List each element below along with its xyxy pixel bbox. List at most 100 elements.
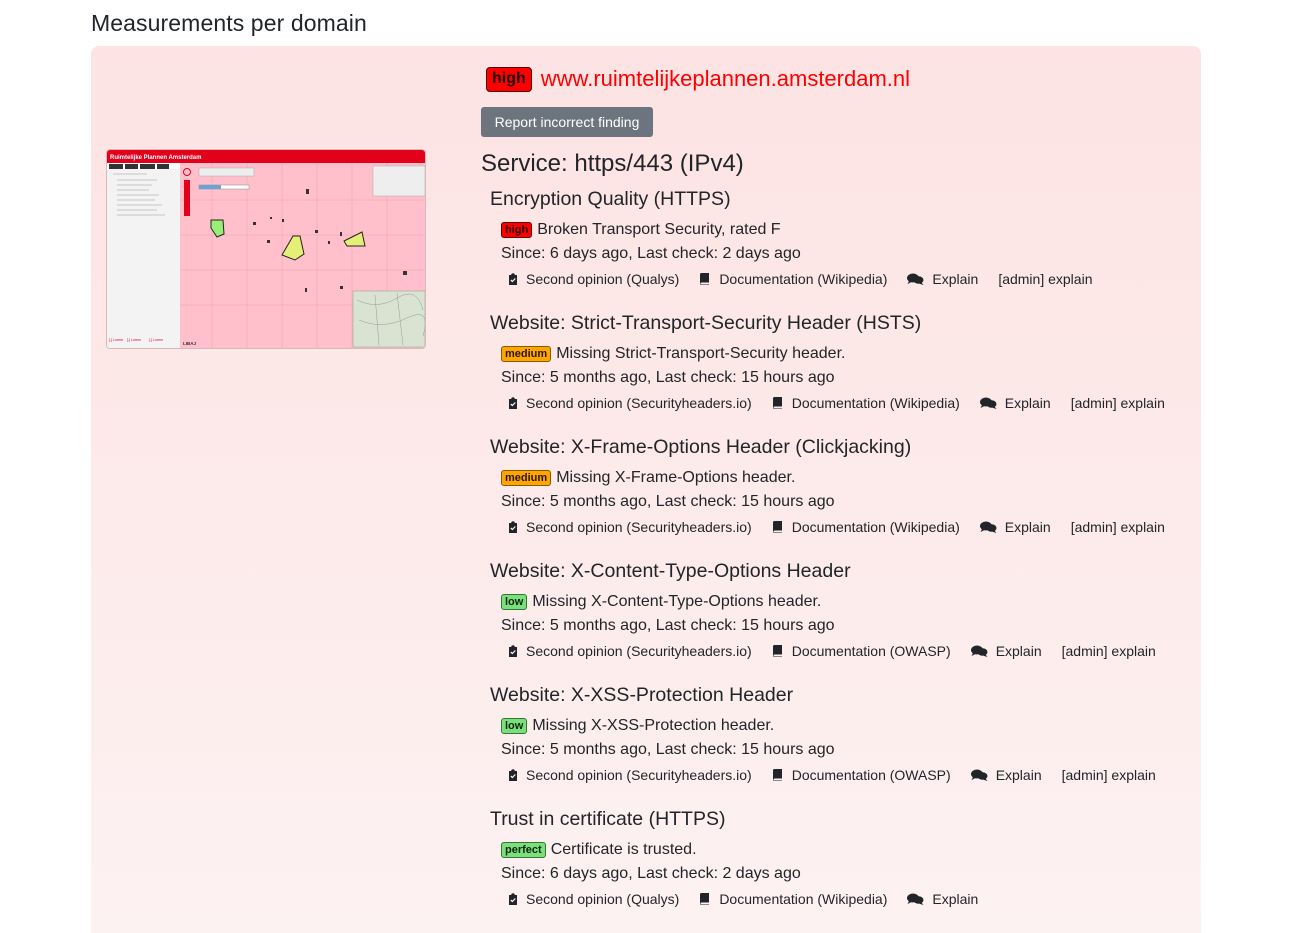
admin-explain-link[interactable]: [admin] explain (998, 271, 1092, 287)
domain-header: high www.ruimtelijkeplannen.amsterdam.nl (486, 66, 910, 92)
admin-explain-label: [admin] explain (1061, 767, 1156, 783)
book-icon (772, 645, 787, 657)
finding-item: Website: Strict-Transport-Security Heade… (490, 311, 1165, 411)
finding-status: perfect Certificate is trusted. (501, 841, 697, 859)
second-opinion-label: Second opinion (Securityheaders.io) (526, 519, 752, 535)
explain-label: Explain (932, 891, 979, 907)
comments-icon (907, 893, 928, 905)
finding-status: medium Missing Strict-Transport-Security … (501, 345, 845, 363)
documentation-link[interactable]: Documentation (Wikipedia) (772, 519, 960, 535)
finding-status-text: Missing Strict-Transport-Security header… (556, 345, 846, 362)
documentation-label: Documentation (Wikipedia) (719, 891, 888, 907)
admin-explain-label: [admin] explain (998, 271, 1093, 287)
thumb-app-title: Ruimtelijke Plannen Amsterdam (110, 155, 201, 161)
explain-link[interactable]: Explain (979, 395, 1051, 411)
comments-icon (970, 645, 992, 657)
finding-title: Website: X-Content-Type-Options Header (490, 560, 851, 582)
comments-icon (970, 769, 992, 781)
documentation-link[interactable]: Documentation (Wikipedia) (772, 395, 960, 411)
admin-explain-link[interactable]: [admin] explain (1071, 395, 1165, 411)
finding-since: Since: 5 months ago, Last check: 15 hour… (501, 617, 835, 634)
admin-explain-link[interactable]: [admin] explain (1071, 519, 1165, 535)
finding-item: Website: X-XSS-Protection Header low Missi… (490, 683, 1156, 783)
second-opinion-link[interactable]: Second opinion (Securityheaders.io) (508, 767, 752, 783)
clipboard-check-icon (508, 645, 522, 657)
second-opinion-label: Second opinion (Qualys) (526, 891, 680, 907)
explain-link[interactable]: Explain (979, 519, 1051, 535)
clipboard-check-icon (508, 397, 522, 409)
finding-since: Since: 6 days ago, Last check: 2 days ag… (501, 245, 801, 262)
severity-badge: low (501, 718, 528, 734)
book-icon (772, 397, 787, 409)
second-opinion-label: Second opinion (Securityheaders.io) (526, 395, 752, 411)
explain-link[interactable]: Explain (970, 767, 1042, 783)
documentation-link[interactable]: Documentation (Wikipedia) (699, 271, 887, 287)
severity-badge: low (501, 594, 528, 610)
second-opinion-link[interactable]: Second opinion (Securityheaders.io) (508, 643, 752, 659)
finding-status: low Missing X-XSS-Protection header. (501, 717, 774, 735)
second-opinion-link[interactable]: Second opinion (Qualys) (508, 271, 679, 287)
thumb-bottom-link: [-] Lorem (109, 338, 123, 342)
documentation-label: Documentation (Wikipedia) (719, 271, 888, 287)
report-incorrect-finding-button[interactable]: Report incorrect finding (481, 107, 653, 137)
finding-status: high Broken Transport Security, rated F (501, 221, 781, 239)
finding-status: medium Missing X-Frame-Options header. (501, 469, 795, 487)
second-opinion-label: Second opinion (Qualys) (526, 271, 680, 287)
explain-link[interactable]: Explain (970, 643, 1042, 659)
thumb-logo: LIBAJ (183, 341, 196, 346)
documentation-link[interactable]: Documentation (OWASP) (772, 643, 951, 659)
finding-since: Since: 5 months ago, Last check: 15 hour… (501, 493, 835, 510)
finding-links: Second opinion (Securityheaders.io) Docum… (508, 395, 1165, 411)
explain-label: Explain (932, 271, 979, 287)
finding-links: Second opinion (Securityheaders.io) Docum… (508, 643, 1156, 659)
book-icon (699, 893, 714, 905)
finding-since: Since: 5 months ago, Last check: 15 hour… (501, 741, 835, 758)
documentation-label: Documentation (Wikipedia) (791, 395, 960, 411)
finding-item: Encryption Quality (HTTPS) high Broken Tra… (490, 187, 1092, 287)
finding-title: Website: X-Frame-Options Header (Clickja… (490, 436, 912, 458)
explain-link[interactable]: Explain (907, 271, 978, 287)
finding-title: Trust in certificate (HTTPS) (490, 808, 726, 830)
admin-explain-label: [admin] explain (1070, 519, 1165, 535)
finding-links: Second opinion (Securityheaders.io) Docum… (508, 767, 1156, 783)
admin-explain-link[interactable]: [admin] explain (1062, 643, 1156, 659)
clipboard-check-icon (508, 273, 522, 285)
second-opinion-link[interactable]: Second opinion (Securityheaders.io) (508, 519, 752, 535)
documentation-link[interactable]: Documentation (Wikipedia) (699, 891, 887, 907)
thumb-bottom-link: [-] Lorem (127, 338, 141, 342)
book-icon (699, 273, 714, 285)
finding-links: Second opinion (Qualys) Documentation (Wi… (508, 891, 978, 907)
severity-badge: perfect (501, 842, 546, 858)
documentation-link[interactable]: Documentation (OWASP) (772, 767, 951, 783)
comments-icon (907, 273, 928, 285)
admin-explain-label: [admin] explain (1070, 395, 1165, 411)
finding-title: Website: X-XSS-Protection Header (490, 684, 794, 706)
explain-link[interactable]: Explain (907, 891, 978, 907)
second-opinion-label: Second opinion (Securityheaders.io) (526, 643, 752, 659)
admin-explain-link[interactable]: [admin] explain (1062, 767, 1156, 783)
website-screenshot[interactable]: Ruimtelijke Plannen Amsterdam [-] Lorem … (106, 149, 426, 349)
finding-title: Encryption Quality (HTTPS) (490, 188, 731, 210)
clipboard-check-icon (508, 769, 522, 781)
clipboard-check-icon (508, 893, 522, 905)
finding-links: Second opinion (Securityheaders.io) Docum… (508, 519, 1165, 535)
severity-badge: medium (501, 346, 552, 362)
second-opinion-link[interactable]: Second opinion (Qualys) (508, 891, 679, 907)
screenshot-image: Ruimtelijke Plannen Amsterdam [-] Lorem … (107, 150, 425, 348)
finding-status-text: Missing X-Content-Type-Options header. (532, 593, 822, 610)
book-icon (772, 521, 787, 533)
explain-label: Explain (1004, 519, 1051, 535)
finding-links: Second opinion (Qualys) Documentation (Wi… (508, 271, 1092, 287)
thumb-bottom-link: [-] Lorem (149, 338, 163, 342)
comments-icon (979, 397, 1001, 409)
finding-title: Website: Strict-Transport-Security Heade… (490, 312, 922, 334)
finding-since: Since: 5 months ago, Last check: 15 hour… (501, 369, 835, 386)
explain-label: Explain (995, 767, 1042, 783)
severity-badge: high (501, 222, 533, 238)
documentation-label: Documentation (OWASP) (791, 767, 951, 783)
finding-status-text: Certificate is trusted. (550, 841, 697, 858)
domain-link[interactable]: www.ruimtelijkeplannen.amsterdam.nl (541, 66, 910, 92)
second-opinion-link[interactable]: Second opinion (Securityheaders.io) (508, 395, 752, 411)
finding-item: Website: X-Content-Type-Options Header lo… (490, 559, 1156, 659)
second-opinion-label: Second opinion (Securityheaders.io) (526, 767, 752, 783)
